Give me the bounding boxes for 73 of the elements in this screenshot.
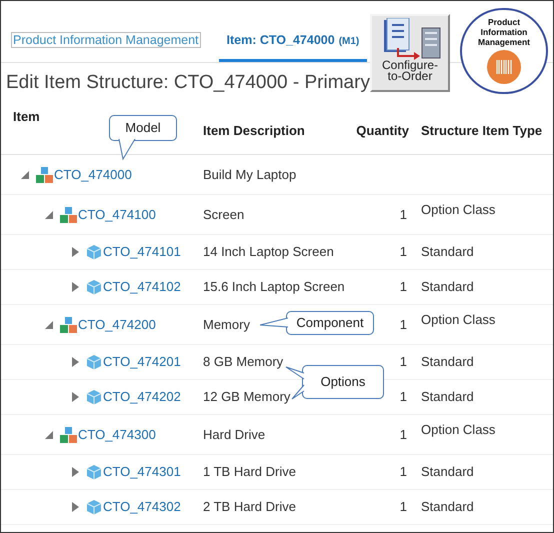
tab[interactable]: Item: CTO_474000 (M1)	[218, 22, 368, 62]
table-cell-text: 1	[400, 278, 407, 296]
table-cell-text: 1	[400, 498, 407, 516]
table-cell-text: Standard	[421, 353, 474, 372]
collapse-icon[interactable]	[21, 170, 30, 180]
table-cell-text: 1	[400, 353, 407, 372]
table-cell-text: 1	[400, 388, 407, 406]
cube-icon	[86, 464, 102, 480]
configure-to-order-tile[interactable]: Configure-to-Order	[370, 14, 450, 92]
table-cell-text: Option Class	[421, 201, 496, 219]
cube-icon	[86, 279, 102, 295]
expand-icon[interactable]	[71, 247, 80, 257]
item-link[interactable]: CTO_474000	[54, 164, 132, 184]
item-link[interactable]: CTO_474300	[78, 424, 156, 444]
cube-icon	[86, 354, 102, 370]
collapse-icon[interactable]	[45, 430, 54, 440]
item-link[interactable]: CTO_474101	[103, 242, 181, 262]
expand-icon[interactable]	[71, 357, 80, 367]
expand-icon[interactable]	[71, 282, 80, 292]
cube-icon	[86, 389, 102, 405]
table-cell-text: 15.6 Inch Laptop Screen	[203, 278, 345, 296]
table-cell-text: Screen	[203, 206, 244, 224]
item-link[interactable]: CTO_474302	[103, 497, 181, 517]
item-link[interactable]: CTO_474102	[103, 277, 181, 297]
tile-label: Configure-to-Order	[380, 60, 440, 82]
tab[interactable]: Product Information Management	[7, 22, 205, 62]
page-title: Edit Item Structure: CTO_474000 - Primary	[6, 70, 370, 95]
blocks-icon	[60, 426, 77, 442]
item-link[interactable]: CTO_474100	[78, 204, 156, 224]
table-cell-text: Standard	[421, 463, 474, 482]
item-link[interactable]: CTO_474201	[103, 352, 181, 372]
column-header: Quantity	[356, 122, 409, 140]
column-header: Structure Item Type	[421, 122, 542, 140]
table-cell-text: Standard	[421, 278, 474, 296]
column-header: Item	[13, 109, 40, 124]
item-link[interactable]: CTO_474301	[103, 462, 181, 482]
collapse-icon[interactable]	[45, 320, 54, 330]
table-cell-text: 1	[400, 463, 407, 482]
expand-icon[interactable]	[71, 502, 80, 512]
cube-icon	[86, 244, 102, 260]
table-cell-text: Option Class	[421, 311, 496, 329]
blocks-icon	[60, 316, 77, 332]
tile-label: Product Information Management	[477, 17, 531, 47]
table-cell-text: 2 TB Hard Drive	[203, 498, 296, 516]
table-cell-text: 1	[400, 206, 407, 224]
callout: Component	[286, 311, 374, 335]
collapse-icon[interactable]	[45, 210, 54, 220]
callout-pointer	[117, 139, 137, 161]
table-cell-text: Build My Laptop	[203, 166, 296, 184]
table-cell-text: 8 GB Memory	[203, 353, 284, 372]
product-information-management-tile[interactable]: Product Information Management	[460, 8, 548, 94]
table-cell-text: Standard	[421, 498, 474, 516]
expand-icon[interactable]	[71, 392, 80, 402]
table-cell-text: Memory	[203, 316, 250, 334]
table-cell-text: Standard	[421, 388, 474, 406]
table-cell-text: 1	[400, 243, 407, 262]
callout-pointer	[260, 317, 288, 329]
cube-icon	[86, 499, 102, 515]
table-cell-text: 1	[400, 316, 407, 334]
table-cell-text: Standard	[421, 243, 474, 262]
table-cell-text: 12 GB Memory	[203, 388, 290, 406]
table-cell-text: Hard Drive	[203, 426, 266, 444]
blocks-icon	[60, 206, 77, 222]
expand-icon[interactable]	[71, 467, 80, 477]
table-cell-text: 1 TB Hard Drive	[203, 463, 296, 482]
table-cell-text: Option Class	[421, 421, 496, 439]
item-link[interactable]: CTO_474200	[78, 314, 156, 334]
blocks-icon	[36, 166, 53, 182]
table-cell-text: 1	[400, 426, 407, 444]
item-link[interactable]: CTO_474202	[103, 387, 181, 407]
column-header: Item Description	[203, 122, 305, 140]
table-cell-text: 14 Inch Laptop Screen	[203, 243, 334, 262]
barcode-icon	[487, 50, 521, 84]
